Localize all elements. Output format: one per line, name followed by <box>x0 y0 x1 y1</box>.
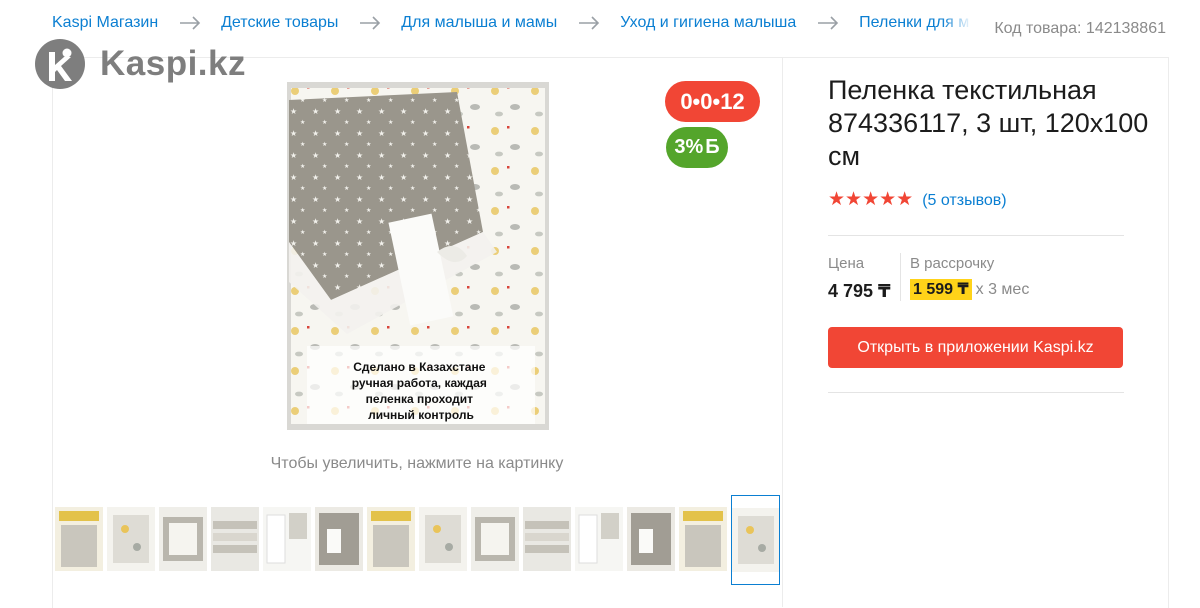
open-in-app-button[interactable]: Открыть в приложении Kaspi.kz <box>828 327 1123 368</box>
installment-amount: 1 599 ₸ <box>910 279 972 300</box>
installment-label: В рассрочку <box>910 255 995 272</box>
thumbnail-image[interactable] <box>263 507 311 571</box>
installment-term: x 3 мес <box>975 281 1030 298</box>
price-value: 4 795 ₸ <box>828 281 891 301</box>
breadcrumb: Kaspi Магазин Детские товары Для малыша … <box>52 14 972 34</box>
thumbnail-image[interactable] <box>627 507 675 571</box>
installment-badge: 0•0•12 <box>665 81 760 122</box>
product-title: Пеленка текстильная 874336117, 3 шт, 120… <box>828 75 1149 171</box>
thumbnail-image[interactable] <box>367 507 415 571</box>
installment-value: 1 599 ₸ x 3 мес <box>910 279 1030 300</box>
thumbnail-image[interactable] <box>211 507 259 571</box>
bonus-percent: 3% <box>674 136 704 158</box>
logo-text: Kaspi.kz <box>100 44 246 83</box>
breadcrumb-kids-goods[interactable]: Детские товары <box>221 14 338 32</box>
price-label: Цена <box>828 255 865 272</box>
thumbnail-image[interactable] <box>731 495 780 585</box>
kaspi-logo-icon <box>35 39 85 89</box>
breadcrumb-baby-care[interactable]: Уход и гигиена малыша <box>620 14 796 32</box>
thumbnail-image[interactable] <box>315 507 363 571</box>
arrow-right-icon <box>359 16 380 30</box>
breadcrumb-baby-mom[interactable]: Для малыша и мамы <box>401 14 557 32</box>
product-code: Код товара: 142138861 <box>994 20 1166 37</box>
kaspi-logo: Kaspi.kz <box>34 38 246 90</box>
product-main-image[interactable]: ★ ★ Сделано в Казахстане ручная работа, … <box>287 82 549 430</box>
thumbnail-image[interactable] <box>107 507 155 571</box>
bonus-badge: 3% Б <box>666 127 728 168</box>
thumbnail-image[interactable] <box>55 507 103 571</box>
image-caption-line: ручная работа, каждая <box>352 376 487 390</box>
thumbnail-image[interactable] <box>159 507 207 571</box>
rating: ★★★★★ (5 отзывов) <box>828 188 1007 211</box>
thumbnail-image[interactable] <box>679 507 727 571</box>
thumbnail-strip <box>55 495 784 585</box>
thumbnail-image[interactable] <box>471 507 519 571</box>
zoom-hint: Чтобы увеличить, нажмите на картинку <box>270 455 564 472</box>
image-caption-line: Сделано в Казахстане <box>353 360 485 374</box>
bonus-symbol: Б <box>705 136 720 158</box>
breadcrumb-kaspi-shop[interactable]: Kaspi Магазин <box>52 14 158 32</box>
thumbnail-image[interactable] <box>523 507 571 571</box>
divider <box>828 235 1124 236</box>
divider <box>828 392 1124 393</box>
arrow-right-icon <box>179 16 200 30</box>
arrow-right-icon <box>578 16 599 30</box>
image-caption-line: личный контроль <box>368 408 474 422</box>
reviews-link[interactable]: (5 отзывов) <box>922 192 1006 209</box>
image-caption-line: пеленка проходит <box>366 392 473 406</box>
arrow-right-icon <box>817 16 838 30</box>
thumbnail-image[interactable] <box>575 507 623 571</box>
price-divider <box>900 253 901 301</box>
rating-stars-icon: ★★★★★ <box>828 189 914 210</box>
thumbnail-image[interactable] <box>419 507 467 571</box>
